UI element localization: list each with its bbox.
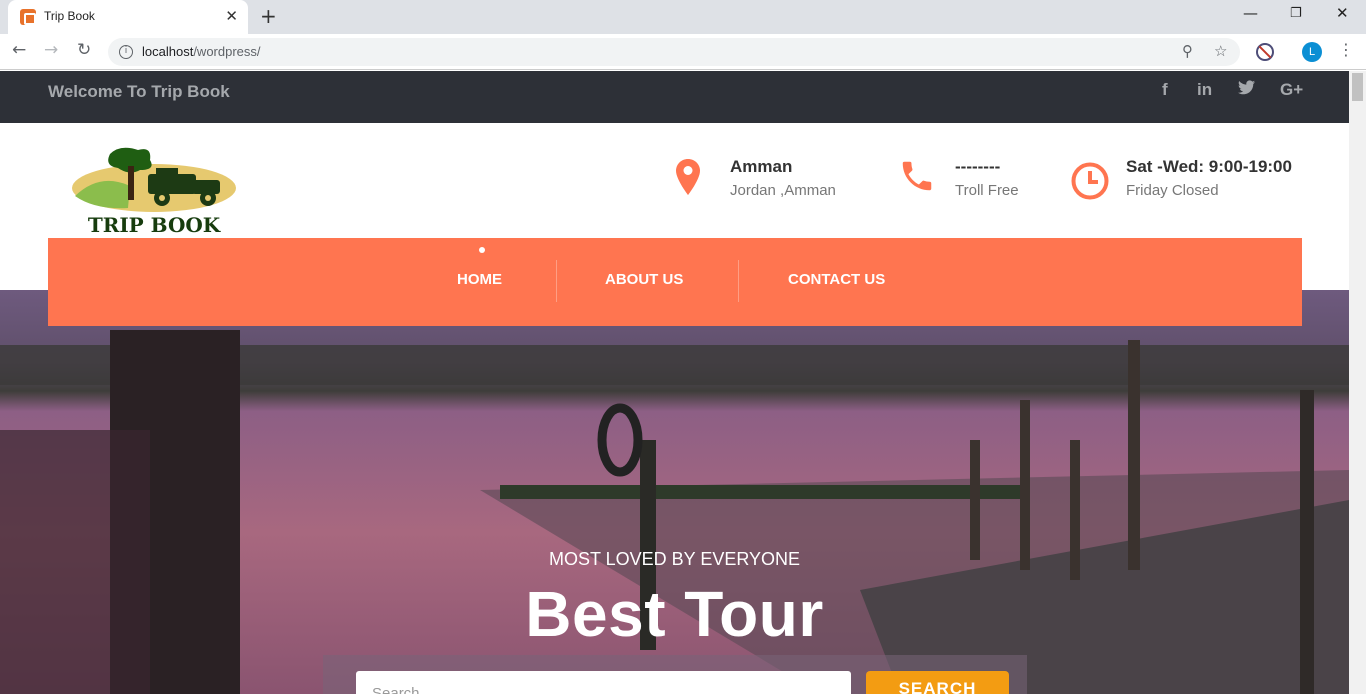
phone-sub: Troll Free	[955, 182, 1019, 199]
logo-text: TRIP BOOK	[88, 213, 221, 236]
welcome-text: Welcome To Trip Book	[48, 82, 230, 101]
close-window-icon[interactable]: ✕	[1336, 4, 1349, 22]
forward-icon[interactable]: →	[44, 40, 58, 60]
tab-title: Trip Book	[44, 9, 95, 23]
new-tab-icon[interactable]: +	[260, 4, 277, 28]
main-navbar: HOME ABOUT US CONTACT US	[48, 238, 1302, 326]
google-plus-icon[interactable]: G+	[1280, 80, 1303, 100]
page-scrollbar[interactable]	[1349, 71, 1366, 694]
location-sub: Jordan ,Amman	[730, 182, 836, 199]
nav-about-us[interactable]: ABOUT US	[605, 271, 683, 288]
back-icon[interactable]: ←	[12, 40, 26, 60]
twitter-icon[interactable]	[1238, 80, 1255, 100]
restore-icon[interactable]: ❐	[1290, 6, 1302, 21]
phone-icon	[902, 161, 932, 191]
url-path: /wordpress/	[193, 44, 261, 59]
zoom-icon[interactable]: ⚲	[1182, 42, 1193, 60]
search-button[interactable]: SEARCH	[866, 671, 1009, 694]
top-bar: Welcome To Trip Book f in G+	[0, 71, 1349, 123]
linkedin-icon[interactable]: in	[1197, 80, 1212, 100]
address-bar: ← → ↻ i localhost/wordpress/ ⚲ ☆ L ⋮	[0, 34, 1366, 70]
page-viewport: Welcome To Trip Book f in G+ TRIP BOOK A…	[0, 71, 1349, 694]
location-pin-icon	[676, 159, 700, 195]
search-panel: SEARCH	[323, 655, 1027, 694]
bookmark-star-icon[interactable]: ☆	[1214, 42, 1227, 60]
profile-avatar[interactable]: L	[1302, 42, 1322, 62]
nav-divider	[738, 260, 739, 302]
xampp-favicon-icon	[20, 9, 36, 25]
extension-block-icon[interactable]	[1256, 43, 1274, 61]
close-tab-icon[interactable]: ✕	[225, 7, 238, 25]
nav-divider	[556, 260, 557, 302]
browser-tabbar: Trip Book ✕ + — ❐ ✕	[0, 0, 1366, 34]
reload-icon[interactable]: ↻	[77, 40, 91, 60]
url-text[interactable]: localhost/wordpress/	[142, 44, 261, 59]
phone-title: --------	[955, 157, 1001, 176]
trip-book-logo[interactable]: TRIP BOOK	[70, 144, 238, 236]
scrollbar-thumb[interactable]	[1352, 73, 1363, 101]
clock-icon	[1071, 162, 1109, 200]
site-info-icon[interactable]: i	[119, 45, 133, 59]
hero-subtitle: MOST LOVED BY EVERYONE	[548, 549, 801, 569]
active-nav-indicator	[479, 247, 485, 253]
nav-home[interactable]: HOME	[457, 271, 502, 288]
hero-title: Best Tour	[525, 578, 824, 650]
omnibox[interactable]: i localhost/wordpress/ ⚲ ☆	[108, 38, 1240, 66]
hours-title: Sat -Wed: 9:00-19:00	[1126, 157, 1292, 176]
facebook-icon[interactable]: f	[1162, 80, 1168, 100]
nav-contact-us[interactable]: CONTACT US	[788, 271, 885, 288]
browser-menu-icon[interactable]: ⋮	[1338, 40, 1354, 59]
url-host: localhost	[142, 44, 194, 59]
browser-tab[interactable]: Trip Book ✕	[8, 0, 248, 34]
location-title: Amman	[730, 157, 793, 176]
search-input[interactable]	[356, 671, 851, 694]
minimize-icon[interactable]: —	[1243, 4, 1258, 22]
hours-sub: Friday Closed	[1126, 182, 1219, 199]
